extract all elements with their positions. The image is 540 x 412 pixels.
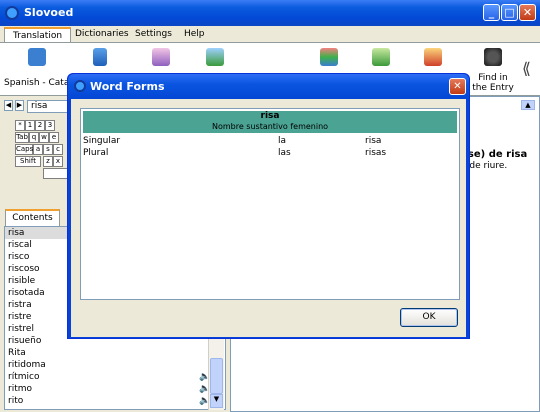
list-item[interactable]: riscoso (8, 263, 40, 275)
headword: risa (260, 111, 280, 121)
tab-translation[interactable]: Translation (4, 27, 72, 42)
dialog-title: Word Forms (90, 80, 165, 93)
key[interactable]: 2 (35, 120, 45, 131)
form-word: risas (365, 148, 387, 158)
colors-icon[interactable] (320, 48, 338, 66)
list-item[interactable]: ritidoma (8, 359, 46, 371)
tab-contents[interactable]: Contents (5, 209, 60, 226)
key[interactable]: a (33, 144, 43, 155)
scroll-down-arrow-icon[interactable]: ▼ (210, 394, 223, 408)
key[interactable]: 3 (45, 120, 55, 131)
list-item[interactable]: ristre (8, 311, 31, 323)
forward-arrow-icon[interactable]: ▶ (15, 100, 24, 111)
swap-direction-icon[interactable] (28, 48, 46, 66)
dialog-logo-icon (74, 80, 86, 92)
list-item[interactable]: rito (8, 395, 23, 407)
word-forms-table: risa Nombre sustantivo femenino Singular… (80, 108, 460, 300)
form-label: Plural (83, 148, 109, 158)
history-icon[interactable] (424, 48, 442, 66)
key[interactable]: w (39, 132, 49, 143)
scroll-thumb[interactable] (210, 358, 223, 394)
key[interactable]: Caps (15, 144, 33, 155)
form-label: Singular (83, 136, 121, 146)
onscreen-keyboard: * 1 2 3 Tab q w e Caps a s c Shift z x (12, 118, 73, 190)
list-item[interactable]: risa (8, 227, 24, 239)
back-arrow-icon[interactable]: ◀ (4, 100, 13, 111)
ok-button[interactable]: OK (400, 308, 458, 327)
add-icon[interactable] (372, 48, 390, 66)
tab-settings[interactable]: Settings (127, 27, 180, 42)
list-item[interactable]: risueño (8, 335, 41, 347)
dialog-body: risa Nombre sustantivo femenino Singular… (71, 99, 466, 337)
part-of-speech: Nombre sustantivo femenino (211, 122, 329, 131)
key[interactable]: Shift (15, 156, 41, 167)
app-title-bar (0, 0, 540, 26)
key[interactable]: * (15, 120, 25, 131)
list-item[interactable]: ritmo (8, 383, 32, 395)
collapse-ribbon-icon[interactable]: ⟪ (522, 59, 531, 78)
close-button[interactable]: ✕ (519, 4, 536, 21)
form-word: risa (365, 136, 382, 146)
edit-icon[interactable] (152, 48, 170, 66)
key[interactable]: s (43, 144, 53, 155)
binoculars-icon[interactable] (484, 48, 502, 66)
word-forms-dialog: Word Forms ✕ risa Nombre sustantivo feme… (67, 73, 470, 339)
form-article: las (278, 148, 291, 158)
key[interactable]: c (53, 144, 63, 155)
dialog-title-bar: Word Forms ✕ (68, 74, 469, 99)
key[interactable]: Tab (15, 132, 29, 143)
list-item[interactable]: ristra (8, 299, 32, 311)
key[interactable]: q (29, 132, 39, 143)
find-in-entry-label[interactable]: Find in the Entry (472, 73, 514, 93)
app-title: Slovoed (24, 6, 74, 19)
list-item[interactable]: riscal (8, 239, 32, 251)
direction-label[interactable]: Spanish - Catalan (4, 78, 68, 88)
table-header: risa Nombre sustantivo femenino (83, 111, 457, 133)
list-item[interactable]: risible (8, 275, 35, 287)
list-item[interactable]: ristrel (8, 323, 34, 335)
key[interactable]: z (43, 156, 53, 167)
minimize-button[interactable]: _ (483, 4, 500, 21)
list-icon[interactable] (93, 48, 107, 66)
check-icon[interactable] (206, 48, 224, 66)
maximize-button[interactable]: □ (501, 4, 518, 21)
search-input[interactable]: risa (27, 100, 69, 113)
list-item[interactable]: Rita (8, 347, 26, 359)
dialog-close-button[interactable]: ✕ (449, 78, 466, 95)
scroll-up-arrow-icon[interactable]: ▲ (521, 100, 535, 110)
key[interactable]: x (53, 156, 63, 167)
app-logo-icon (5, 6, 19, 20)
list-item[interactable]: risco (8, 251, 29, 263)
list-item[interactable]: rítmico (8, 371, 39, 383)
form-article: la (278, 136, 287, 146)
key[interactable]: e (49, 132, 59, 143)
tab-help[interactable]: Help (176, 27, 213, 42)
menu-tabs: Translation Dictionaries Settings Help (0, 26, 540, 42)
list-item[interactable]: risotada (8, 287, 45, 299)
article-heading: rse) de risa (463, 149, 528, 160)
key[interactable]: 1 (25, 120, 35, 131)
